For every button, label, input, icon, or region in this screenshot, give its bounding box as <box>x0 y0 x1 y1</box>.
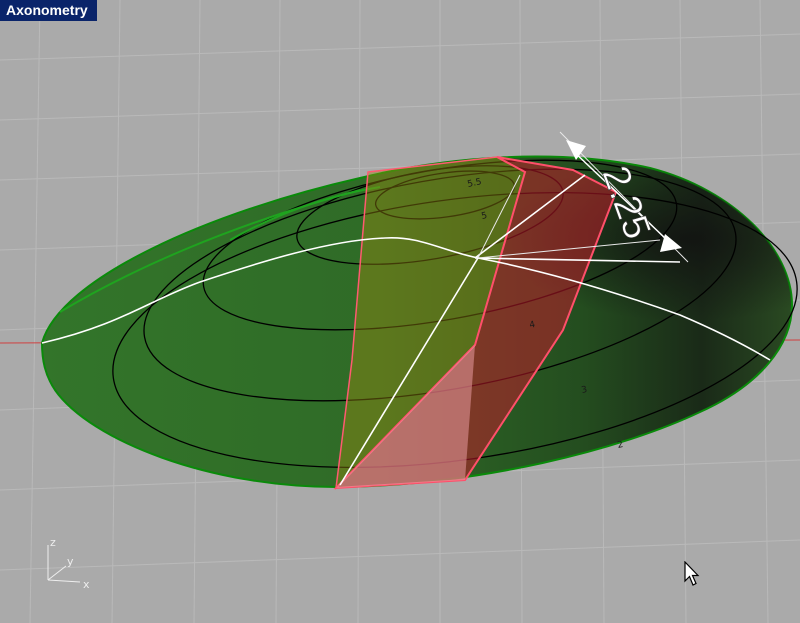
arrow-cursor-icon <box>684 561 700 586</box>
perspective-viewport[interactable]: Axonometry 5.5 5 4 3 2 2.25 z y x <box>0 0 800 623</box>
axis-y-label: y <box>67 555 74 568</box>
axis-z-label: z <box>50 536 56 549</box>
axis-x-label: x <box>83 578 90 591</box>
viewport-canvas[interactable]: 5.5 5 4 3 2 2.25 z y x <box>0 0 800 623</box>
viewport-title[interactable]: Axonometry <box>0 0 97 21</box>
world-axis-icon <box>47 545 81 583</box>
